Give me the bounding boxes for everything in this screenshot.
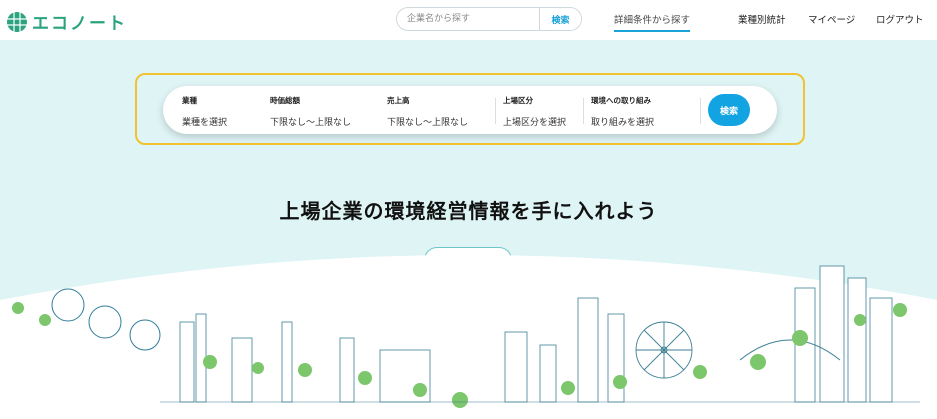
field-divider: [583, 98, 584, 124]
field-revenue[interactable]: 売上高 下限なし〜上限なし: [387, 95, 468, 128]
field-listing-value: 上場区分を選択: [503, 118, 567, 128]
hero-headline: 上場企業の環境経営情報を手に入れよう: [279, 199, 658, 223]
globe-icon: [7, 11, 27, 32]
city-skyline-illustration: [0, 255, 937, 419]
field-revenue-label: 売上高: [387, 96, 410, 105]
field-market-cap-label: 時価総額: [270, 96, 300, 105]
field-listing-label: 上場区分: [503, 96, 533, 105]
detail-search-panel: 業種 業種を選択 時価総額 下限なし〜上限なし 売上高 下限なし〜上限なし 上場…: [163, 86, 777, 134]
nav-mypage[interactable]: マイページ: [808, 12, 855, 26]
field-environment-value: 取り組みを選択: [591, 118, 655, 128]
company-search-input[interactable]: [397, 8, 539, 30]
field-divider: [700, 98, 701, 124]
field-industry[interactable]: 業種 業種を選択: [182, 95, 227, 128]
field-listing[interactable]: 上場区分 上場区分を選択: [503, 95, 566, 128]
company-search: 検索: [396, 7, 582, 31]
field-market-cap[interactable]: 時価総額 下限なし〜上限なし: [270, 95, 351, 128]
company-search-button[interactable]: 検索: [539, 8, 581, 30]
site-logo[interactable]: エコノート: [6, 9, 127, 34]
detail-search-button[interactable]: 検索: [708, 94, 750, 126]
logo-text: エコノート: [32, 14, 127, 34]
site-header: エコノート 検索 詳細条件から探す 業種別統計 マイページ ログアウト: [0, 0, 937, 40]
field-divider: [495, 98, 496, 124]
field-industry-value: 業種を選択: [182, 118, 228, 128]
nav-industry-stats[interactable]: 業種別統計: [738, 12, 786, 26]
field-environment-label: 環境への取り組み: [591, 96, 651, 105]
field-market-cap-value: 下限なし〜上限なし: [270, 118, 352, 128]
field-revenue-value: 下限なし〜上限なし: [387, 118, 469, 128]
field-environment[interactable]: 環境への取り組み 取り組みを選択: [591, 95, 654, 128]
field-industry-label: 業種: [182, 96, 197, 105]
nav-detail-search[interactable]: 詳細条件から探す: [614, 12, 691, 32]
nav-logout[interactable]: ログアウト: [876, 12, 924, 26]
